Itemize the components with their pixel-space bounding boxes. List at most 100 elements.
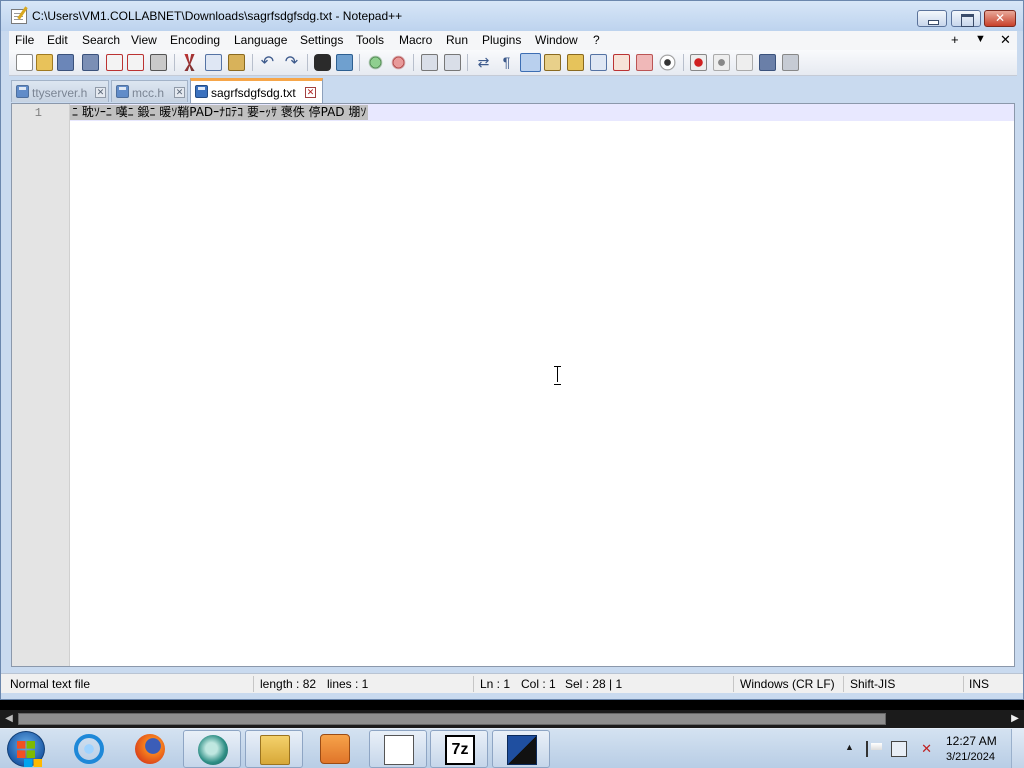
- open-file-icon[interactable]: [36, 54, 53, 71]
- firefox-icon: [135, 734, 165, 764]
- taskbar-media-player[interactable]: [306, 730, 364, 768]
- redo-icon[interactable]: ↷: [283, 54, 300, 71]
- show-desktop-button[interactable]: [1011, 729, 1024, 768]
- show-hidden-icons-icon[interactable]: ▲: [845, 742, 854, 752]
- notepad-app-icon[interactable]: [11, 9, 27, 24]
- zoom-out-icon[interactable]: [390, 54, 407, 71]
- minimize-button[interactable]: [917, 10, 947, 27]
- find-icon[interactable]: [314, 54, 331, 71]
- menu-view[interactable]: View: [131, 33, 157, 47]
- document-list-icon[interactable]: [590, 54, 607, 71]
- status-insert-mode: INS: [969, 677, 990, 691]
- menu-settings[interactable]: Settings: [300, 33, 343, 47]
- taskbar-circle-app[interactable]: [183, 730, 241, 768]
- clock-time[interactable]: 12:27 AM: [946, 734, 997, 748]
- user-defined-language-icon[interactable]: [544, 54, 561, 71]
- menu-encoding[interactable]: Encoding: [170, 33, 220, 47]
- line-number: 1: [34, 106, 42, 120]
- status-column-position: Col : 1: [521, 677, 556, 691]
- internet-explorer-icon: [74, 734, 104, 764]
- taskbar-file-explorer[interactable]: [245, 730, 303, 768]
- status-separator: [843, 676, 844, 692]
- save-all-icon[interactable]: [82, 54, 99, 71]
- menu-file[interactable]: File: [15, 33, 34, 47]
- cut-icon[interactable]: [184, 54, 195, 71]
- toolbar-separator: [252, 54, 253, 71]
- tab-close-icon[interactable]: ✕: [95, 87, 106, 98]
- save-icon[interactable]: [57, 54, 74, 71]
- network-icon[interactable]: [891, 741, 907, 757]
- status-eol-format: Windows (CR LF): [740, 677, 835, 691]
- zoom-in-icon[interactable]: [367, 54, 384, 71]
- tab-mcc[interactable]: mcc.h ✕: [111, 80, 188, 102]
- tab-ttyserver[interactable]: ttyserver.h ✕: [11, 80, 109, 102]
- folder-as-workspace-icon[interactable]: [636, 54, 653, 71]
- menu-help[interactable]: ?: [593, 33, 600, 47]
- word-wrap-icon[interactable]: ⇄: [475, 54, 492, 71]
- new-file-icon[interactable]: [16, 54, 33, 71]
- menu-tools[interactable]: Tools: [356, 33, 384, 47]
- clock-date[interactable]: 3/21/2024: [946, 751, 995, 763]
- menu-run[interactable]: Run: [446, 33, 468, 47]
- save-macro-icon[interactable]: [782, 54, 799, 71]
- close-document-icon[interactable]: ✕: [1000, 32, 1011, 48]
- print-icon[interactable]: [150, 54, 167, 71]
- close-file-icon[interactable]: [106, 54, 123, 71]
- menu-language[interactable]: Language: [234, 33, 287, 47]
- function-list-icon[interactable]: [613, 54, 630, 71]
- tab-close-icon[interactable]: ✕: [174, 87, 185, 98]
- menu-search[interactable]: Search: [82, 33, 120, 47]
- copy-icon[interactable]: [205, 54, 222, 71]
- tab-label: sagrfsdgfsdg.txt: [211, 86, 296, 100]
- tab-list-dropdown-icon[interactable]: ▼: [975, 33, 986, 45]
- taskbar-notepad-plus-plus[interactable]: [369, 730, 427, 768]
- monitoring-eye-icon[interactable]: [659, 54, 676, 71]
- undo-icon[interactable]: ↶: [259, 54, 276, 71]
- scrollbar-thumb[interactable]: [18, 713, 886, 725]
- status-line-position: Ln : 1: [480, 677, 511, 691]
- tab-sagrfsdgfsdg[interactable]: sagrfsdgfsdg.txt ✕: [190, 78, 323, 103]
- taskbar-internet-explorer[interactable]: [60, 730, 118, 768]
- document-map-icon[interactable]: [567, 54, 584, 71]
- indent-guide-icon[interactable]: [520, 53, 541, 72]
- 7zip-icon: 7z: [445, 735, 475, 765]
- text-editor[interactable]: 1 ﾆ 耽ｿｰﾆ 嘆ﾆ 鍛ﾆ 暖ｿ鞘PADｰﾅﾛﾃｺ 要ｰｯｻ 褒佚 停PAD …: [11, 103, 1015, 667]
- menu-window[interactable]: Window: [535, 33, 578, 47]
- show-all-characters-icon[interactable]: ¶: [498, 54, 515, 71]
- volume-muted-icon[interactable]: ✕: [916, 741, 932, 757]
- status-encoding: Shift-JIS: [850, 677, 896, 691]
- tab-bar: ttyserver.h ✕ mcc.h ✕ sagrfsdgfsdg.txt ✕: [9, 76, 1017, 103]
- toolbar-separator: [413, 54, 414, 71]
- maximize-button[interactable]: [951, 10, 981, 27]
- close-all-icon[interactable]: [127, 54, 144, 71]
- horizontal-scrollbar[interactable]: ◀ ▶: [0, 710, 1024, 728]
- tab-close-icon[interactable]: ✕: [305, 87, 316, 98]
- new-tab-plus-icon[interactable]: +: [951, 32, 959, 47]
- scroll-right-arrow-icon[interactable]: ▶: [1006, 710, 1024, 728]
- sync-horizontal-icon[interactable]: [444, 54, 461, 71]
- record-macro-icon[interactable]: [690, 54, 707, 71]
- menu-edit[interactable]: Edit: [47, 33, 68, 47]
- taskbar-network-app[interactable]: [492, 730, 550, 768]
- network-cubes-icon: [507, 735, 537, 765]
- taskbar-7zip[interactable]: 7z: [430, 730, 488, 768]
- start-button[interactable]: [7, 731, 45, 767]
- sync-vertical-icon[interactable]: [421, 54, 438, 71]
- status-separator: [473, 676, 474, 692]
- action-center-flag-icon[interactable]: [866, 741, 882, 757]
- title-bar[interactable]: C:\Users\VM1.COLLABNET\Downloads\sagrfsd…: [1, 1, 1023, 31]
- scroll-left-arrow-icon[interactable]: ◀: [0, 710, 18, 728]
- close-window-button[interactable]: [984, 10, 1016, 27]
- status-lines: lines : 1: [327, 677, 369, 691]
- selected-line-text[interactable]: ﾆ 耽ｿｰﾆ 嘆ﾆ 鍛ﾆ 暖ｿ鞘PADｰﾅﾛﾃｺ 要ｰｯｻ 褒佚 停PAD 堋ｿ: [70, 105, 369, 120]
- notepad-plus-plus-icon: [384, 735, 414, 765]
- taskbar-firefox[interactable]: [121, 730, 179, 768]
- play-macro-icon[interactable]: [736, 54, 753, 71]
- stop-macro-icon[interactable]: [713, 54, 730, 71]
- tab-label: ttyserver.h: [32, 86, 88, 100]
- run-macro-multiple-icon[interactable]: [759, 54, 776, 71]
- replace-icon[interactable]: [336, 54, 353, 71]
- paste-icon[interactable]: [228, 54, 245, 71]
- menu-plugins[interactable]: Plugins: [482, 33, 521, 47]
- menu-macro[interactable]: Macro: [399, 33, 432, 47]
